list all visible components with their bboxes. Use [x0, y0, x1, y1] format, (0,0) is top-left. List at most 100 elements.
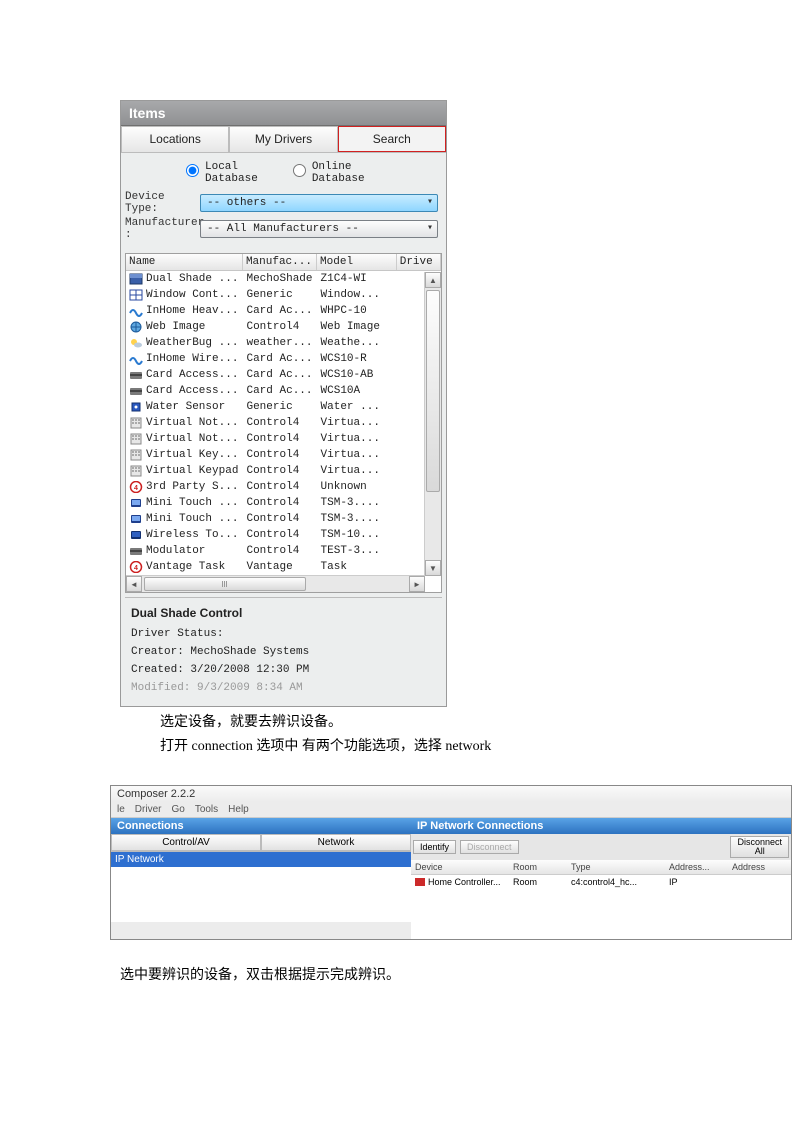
- table-row[interactable]: Dual Shade ...MechoShadeZ1C4-WI: [126, 271, 441, 287]
- ip-table-header: Device Room Type Address... Address: [411, 860, 791, 875]
- scroll-thumb-v[interactable]: [426, 290, 440, 492]
- ip-col-device[interactable]: Device: [411, 860, 509, 874]
- row-manufacturer: Vantage: [243, 559, 317, 575]
- row-model: Virtua...: [318, 431, 398, 447]
- menu-help[interactable]: Help: [228, 804, 249, 815]
- table-row[interactable]: Mini Touch ...Control4TSM-3....: [126, 495, 441, 511]
- c4-icon: 4: [129, 561, 143, 573]
- identify-button[interactable]: Identify: [413, 840, 456, 854]
- ip-network-title: IP Network Connections: [411, 818, 791, 834]
- ip-row-type: c4:control4_hc...: [567, 875, 665, 889]
- ip-table-row[interactable]: Home Controller... Room c4:control4_hc..…: [411, 875, 791, 889]
- tab-my-drivers[interactable]: My Drivers: [229, 126, 337, 152]
- row-manufacturer: Control4: [243, 431, 317, 447]
- row-model: Water ...: [318, 399, 398, 415]
- row-name: Window Cont...: [146, 289, 238, 301]
- row-model: WCS10-R: [318, 351, 398, 367]
- row-name: InHome Heav...: [146, 305, 238, 317]
- row-name: Virtual Keypad: [146, 465, 238, 477]
- tab-search[interactable]: Search: [338, 126, 446, 152]
- menu-file[interactable]: le: [117, 804, 125, 815]
- disconnect-button[interactable]: Disconnect: [460, 840, 519, 854]
- table-row[interactable]: Card Access...Card Ac...WCS10-AB: [126, 367, 441, 383]
- radio-local-label: Local Database: [205, 161, 258, 185]
- row-manufacturer: Card Ac...: [243, 303, 317, 319]
- table-row[interactable]: Window Cont...GenericWindow...: [126, 287, 441, 303]
- row-manufacturer: Control4: [243, 319, 317, 335]
- table-row[interactable]: Mini Touch ...Control4TSM-3....: [126, 511, 441, 527]
- col-manufacturer[interactable]: Manufac...: [243, 254, 317, 270]
- row-model: TEST-3...: [318, 543, 398, 559]
- card-icon: [129, 369, 143, 381]
- connections-list: IP Network: [111, 852, 411, 922]
- connections-panel: Connections Control/AV Network IP Networ…: [111, 818, 411, 939]
- row-name: Virtual Not...: [146, 417, 238, 429]
- row-name: Water Sensor: [146, 401, 225, 413]
- ip-col-room[interactable]: Room: [509, 860, 567, 874]
- doc-text-2: 打开 connection 选项中 有两个功能选项，选择 network: [160, 735, 700, 755]
- database-radio-group: Local Database Online Database: [121, 153, 446, 191]
- table-row[interactable]: 4Vantage TaskVantageTask: [126, 559, 441, 575]
- scroll-left-button[interactable]: ◄: [126, 576, 142, 592]
- row-name: Virtual Key...: [146, 449, 238, 461]
- radio-local-input[interactable]: [186, 164, 199, 177]
- ip-col-type[interactable]: Type: [567, 860, 665, 874]
- driver-detail: Dual Shade Control Driver Status: Creato…: [125, 597, 442, 702]
- touch-icon: [129, 497, 143, 509]
- row-name: Dual Shade ...: [146, 273, 238, 285]
- device-type-select[interactable]: -- others --: [200, 194, 438, 212]
- detail-creator: Creator: MechoShade Systems: [131, 646, 436, 658]
- radio-online-database[interactable]: Online Database: [288, 161, 365, 185]
- row-manufacturer: weather...: [243, 335, 317, 351]
- table-row[interactable]: Virtual Key...Control4Virtua...: [126, 447, 441, 463]
- row-name: Wireless To...: [146, 529, 238, 541]
- items-panel: Items Locations My Drivers Search Local …: [120, 100, 447, 707]
- vertical-scrollbar[interactable]: ▲ ▼: [424, 272, 441, 576]
- table-row[interactable]: Web ImageControl4Web Image: [126, 319, 441, 335]
- table-row[interactable]: 43rd Party S...Control4Unknown: [126, 479, 441, 495]
- table-row[interactable]: Virtual Not...Control4Virtua...: [126, 415, 441, 431]
- ip-col-addrtype[interactable]: Address...: [665, 860, 728, 874]
- scroll-right-button[interactable]: ►: [409, 576, 425, 592]
- col-driver[interactable]: Drive: [397, 254, 441, 270]
- row-manufacturer: Control4: [243, 511, 317, 527]
- table-row[interactable]: Virtual Not...Control4Virtua...: [126, 431, 441, 447]
- table-row[interactable]: Card Access...Card Ac...WCS10A: [126, 383, 441, 399]
- ip-col-address[interactable]: Address: [728, 860, 791, 874]
- detail-created: Created: 3/20/2008 12:30 PM: [131, 664, 436, 676]
- menu-tools[interactable]: Tools: [195, 804, 218, 815]
- col-model[interactable]: Model: [317, 254, 397, 270]
- disconnect-all-button[interactable]: Disconnect All: [730, 836, 789, 858]
- row-manufacturer: Control4: [243, 495, 317, 511]
- device-icon: [415, 878, 425, 886]
- tab-locations[interactable]: Locations: [121, 126, 229, 152]
- list-item-ip-network[interactable]: IP Network: [111, 852, 411, 867]
- row-model: TSM-10...: [318, 527, 398, 543]
- table-row[interactable]: InHome Heav...Card Ac...WHPC-10: [126, 303, 441, 319]
- horizontal-scrollbar[interactable]: ◄ ►: [126, 575, 425, 592]
- table-row[interactable]: InHome Wire...Card Ac...WCS10-R: [126, 351, 441, 367]
- row-name: Mini Touch ...: [146, 513, 238, 525]
- scroll-down-button[interactable]: ▼: [425, 560, 441, 576]
- col-name[interactable]: Name: [126, 254, 243, 270]
- sensor-icon: [129, 401, 143, 413]
- manufacturer-select[interactable]: -- All Manufacturers --: [200, 220, 438, 238]
- menu-go[interactable]: Go: [171, 804, 184, 815]
- radio-local-database[interactable]: Local Database: [181, 161, 258, 185]
- table-row[interactable]: Virtual KeypadControl4Virtua...: [126, 463, 441, 479]
- row-model: Virtua...: [318, 447, 398, 463]
- wave-blue-icon: [129, 305, 143, 317]
- scroll-up-button[interactable]: ▲: [425, 272, 441, 288]
- weather-icon: [129, 337, 143, 349]
- tab-controlav[interactable]: Control/AV: [111, 834, 261, 851]
- scroll-thumb-h[interactable]: [144, 577, 306, 591]
- table-row[interactable]: WeatherBug ...weather...Weathe...: [126, 335, 441, 351]
- tab-network[interactable]: Network: [261, 834, 411, 851]
- table-row[interactable]: Wireless To...Control4TSM-10...: [126, 527, 441, 543]
- row-name: WeatherBug ...: [146, 337, 238, 349]
- table-row[interactable]: Water SensorGenericWater ...: [126, 399, 441, 415]
- menu-driver[interactable]: Driver: [135, 804, 162, 815]
- radio-online-input[interactable]: [293, 164, 306, 177]
- table-row[interactable]: ModulatorControl4TEST-3...: [126, 543, 441, 559]
- globe-icon: [129, 321, 143, 333]
